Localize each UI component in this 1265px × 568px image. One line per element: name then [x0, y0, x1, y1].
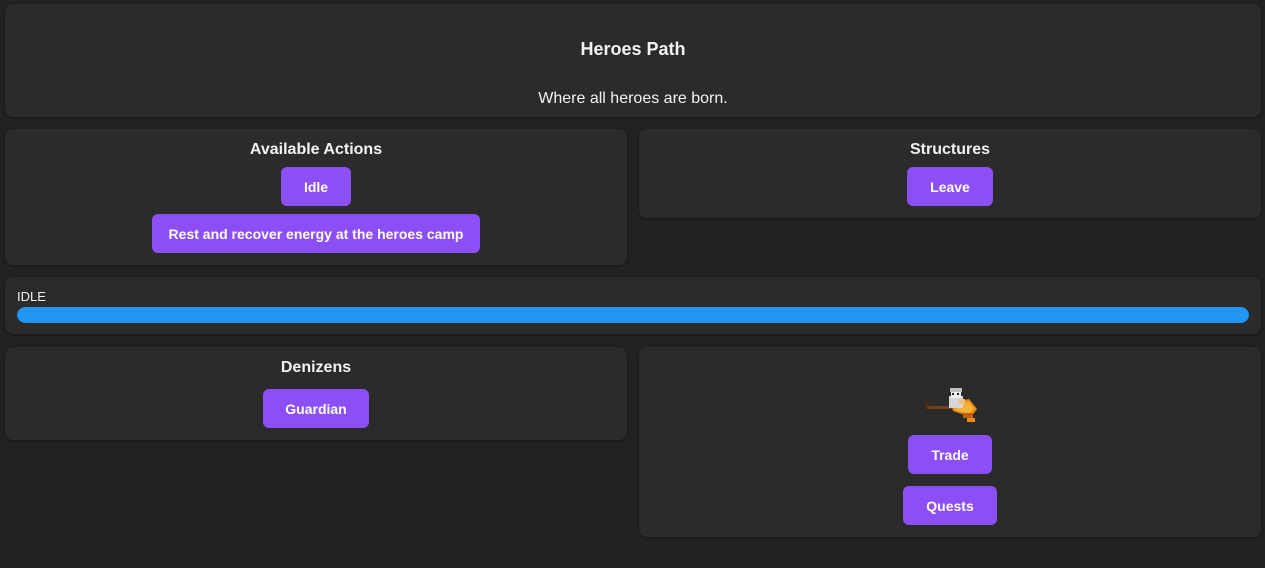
- structures-title: Structures: [909, 141, 991, 158]
- trade-button[interactable]: Trade: [908, 435, 992, 474]
- denizens-title: Denizens: [280, 359, 352, 376]
- activity-status-panel: IDLE: [5, 277, 1261, 334]
- activity-status-label: IDLE: [17, 289, 46, 304]
- location-title: Heroes Path: [580, 39, 686, 59]
- available-actions-title: Available Actions: [249, 141, 383, 158]
- available-actions-panel: Available Actions Idle Rest and recover …: [5, 129, 627, 265]
- activity-progress-track: [17, 307, 1249, 323]
- location-subtitle: Where all heroes are born.: [538, 90, 728, 107]
- guardian-button[interactable]: Guardian: [263, 389, 369, 428]
- rest-recover-button[interactable]: Rest and recover energy at the heroes ca…: [152, 214, 480, 253]
- denizens-panel: Denizens Guardian: [5, 347, 627, 440]
- trader-panel: Trade Quests: [639, 347, 1261, 537]
- leave-button[interactable]: Leave: [907, 167, 993, 206]
- activity-progress-fill: [17, 307, 1249, 323]
- structures-panel: Structures Leave: [639, 129, 1261, 218]
- quests-button[interactable]: Quests: [903, 486, 997, 525]
- location-header-panel: Heroes Path Where all heroes are born.: [5, 4, 1261, 117]
- idle-button[interactable]: Idle: [281, 167, 351, 206]
- flying-wizard-on-broom-icon: [925, 388, 977, 422]
